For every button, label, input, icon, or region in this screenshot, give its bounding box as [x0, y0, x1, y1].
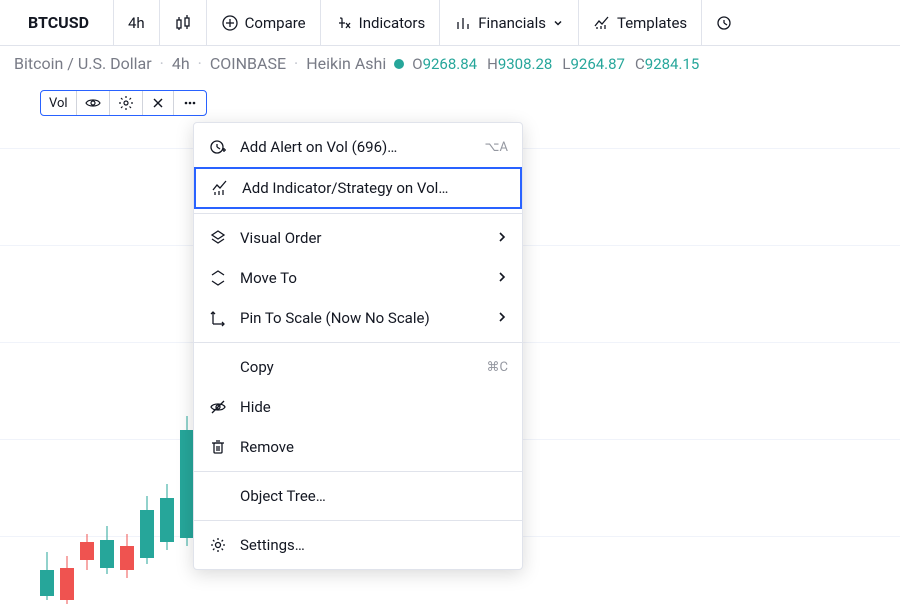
financials-label: Financials [478, 14, 546, 32]
indicator-context-menu: Add Alert on Vol (696)… ⌥A Add Indicator… [193, 122, 523, 570]
scale-icon [209, 309, 227, 327]
clock-plus-icon [209, 138, 227, 156]
templates-label: Templates [617, 14, 687, 32]
menu-separator [194, 213, 522, 214]
menu-remove[interactable]: Remove [194, 427, 522, 467]
vol-label[interactable]: Vol [41, 91, 77, 115]
menu-visual-order[interactable]: Visual Order [194, 218, 522, 258]
bars-icon [454, 14, 472, 32]
menu-label: Copy [240, 358, 475, 376]
indicators-label: Indicators [359, 14, 426, 32]
move-icon [209, 269, 227, 287]
chevron-down-icon [552, 17, 564, 29]
financials-button[interactable]: Financials [440, 0, 579, 45]
menu-separator [194, 471, 522, 472]
compare-label: Compare [245, 14, 306, 32]
vol-more-button[interactable] [174, 91, 206, 115]
menu-copy[interactable]: Copy ⌘C [194, 347, 522, 387]
gear-icon [118, 95, 134, 111]
market-status-dot [394, 59, 404, 69]
vol-visibility-button[interactable] [77, 91, 110, 115]
chevron-right-icon [496, 231, 508, 243]
menu-label: Add Alert on Vol (696)… [240, 138, 473, 156]
menu-settings[interactable]: Settings… [194, 525, 522, 565]
gear-icon [209, 536, 227, 554]
menu-label: Add Indicator/Strategy on Vol… [242, 179, 506, 197]
close-icon [151, 96, 165, 110]
indicators-button[interactable]: Indicators [321, 0, 441, 45]
chevron-right-icon [496, 271, 508, 283]
ohlc-values: O9268.84 H9308.28 L9264.87 C9284.15 [412, 55, 699, 73]
menu-separator [194, 520, 522, 521]
menu-shortcut: ⌘C [487, 360, 508, 375]
layers-icon [209, 229, 227, 247]
legend-exchange: COINBASE [210, 54, 286, 73]
chart-style-button[interactable] [160, 0, 207, 45]
chevron-right-icon [496, 311, 508, 323]
menu-object-tree[interactable]: Object Tree… [194, 476, 522, 516]
alert-button[interactable] [702, 0, 748, 45]
templates-icon [211, 179, 229, 197]
trash-icon [209, 438, 227, 456]
compare-button[interactable]: Compare [207, 0, 321, 45]
templates-button[interactable]: Templates [579, 0, 702, 45]
interval-button[interactable]: 4h [114, 0, 160, 45]
menu-shortcut: ⌥A [485, 140, 508, 155]
menu-label: Visual Order [240, 229, 484, 247]
eye-off-icon [209, 398, 227, 416]
candles-icon [174, 14, 192, 32]
legend-interval: 4h [172, 54, 190, 73]
menu-move-to[interactable]: Move To [194, 258, 522, 298]
more-icon [182, 95, 198, 111]
symbol-legend: Bitcoin / U.S. Dollar · 4h · COINBASE · … [0, 46, 900, 77]
menu-add-alert[interactable]: Add Alert on Vol (696)… ⌥A [194, 127, 522, 167]
indicator-legend-vol[interactable]: Vol [40, 90, 207, 116]
menu-label: Object Tree… [240, 487, 508, 505]
menu-separator [194, 342, 522, 343]
menu-pin-to-scale[interactable]: Pin To Scale (Now No Scale) [194, 298, 522, 338]
top-toolbar: BTCUSD 4h Compare Indicators Financials … [0, 0, 900, 46]
symbol-button[interactable]: BTCUSD [4, 0, 114, 45]
vol-settings-button[interactable] [110, 91, 143, 115]
instrument-title: Bitcoin / U.S. Dollar [14, 54, 152, 73]
clock-plus-icon [716, 14, 734, 32]
vol-close-button[interactable] [143, 91, 174, 115]
plus-circle-icon [221, 14, 239, 32]
templates-icon [593, 14, 611, 32]
menu-hide[interactable]: Hide [194, 387, 522, 427]
legend-style: Heikin Ashi [306, 54, 386, 73]
eye-icon [85, 95, 101, 111]
menu-label: Hide [240, 398, 508, 416]
menu-add-indicator[interactable]: Add Indicator/Strategy on Vol… [194, 167, 522, 209]
fx-icon [335, 14, 353, 32]
menu-label: Settings… [240, 536, 508, 554]
menu-label: Remove [240, 438, 508, 456]
menu-label: Move To [240, 269, 484, 287]
menu-label: Pin To Scale (Now No Scale) [240, 309, 484, 327]
